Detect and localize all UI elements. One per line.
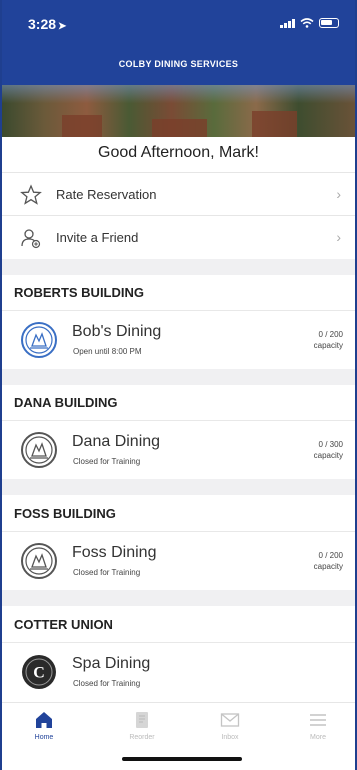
tab-more-label: More [310,734,326,741]
dining-row-foss[interactable]: Foss Dining Closed for Training 0 / 200 … [2,532,355,590]
spa-logo-icon: C [22,655,56,689]
dining-row-bobs[interactable]: Bob's Dining Open until 8:00 PM 0 / 200 … [2,311,355,369]
tab-home[interactable]: Home [14,709,74,741]
capacity-info: 0 / 200 capacity [314,329,343,351]
section-heading-roberts: ROBERTS BUILDING [2,275,355,311]
dining-name: Dana Dining [72,433,161,450]
clock-text: 3:28 [28,16,57,32]
dining-status: Closed for Training [73,679,141,688]
dining-name: Bob's Dining [72,323,162,340]
wifi-icon [300,18,314,28]
tab-more[interactable]: More [288,709,348,741]
tab-inbox-label: Inbox [221,734,239,741]
home-icon [36,712,52,728]
section-divider [2,590,355,606]
capacity-value: 0 / 200 [318,551,343,560]
reorder-icon [136,712,148,728]
section-heading-foss: FOSS BUILDING [2,496,355,532]
dana-logo-icon [21,432,57,468]
section-heading-cotter: COTTER UNION [2,607,355,643]
signal-icon [280,18,295,28]
location-arrow-icon: ➤ [58,21,67,32]
tab-reorder-label: Reorder [129,734,155,741]
battery-icon [319,18,339,28]
capacity-value: 0 / 200 [318,330,343,339]
foss-logo-icon [21,543,57,579]
section-heading-dana: DANA BUILDING [2,385,355,421]
star-icon [20,183,42,205]
dining-status: Closed for Training [73,457,141,466]
dining-status: Closed for Training [73,568,141,577]
status-time: 3:28 ➤ [28,16,66,32]
section-divider [2,259,355,275]
invite-friend-row[interactable]: Invite a Friend › [2,215,355,259]
inbox-icon [220,713,240,727]
status-bar: 3:28 ➤ [2,0,355,52]
chevron-right-icon: › [336,229,341,245]
dining-status: Open until 8:00 PM [73,347,142,356]
bobs-logo-icon [21,322,57,358]
capacity-value: 0 / 300 [318,440,343,449]
section-divider [2,369,355,385]
menu-icon [310,714,326,726]
capacity-label: capacity [313,341,343,350]
capacity-label: capacity [313,562,343,571]
rate-reservation-label: Rate Reservation [56,187,157,202]
capacity-info: 0 / 300 capacity [314,439,343,461]
greeting-text: Good Afternoon, Mark! [98,144,259,161]
add-person-icon [21,228,41,248]
capacity-label: capacity [313,451,343,460]
dining-row-spa[interactable]: C Spa Dining Closed for Training [2,643,355,701]
status-icons [280,18,339,28]
tab-home-label: Home [34,734,54,741]
campus-hero-image [2,85,355,137]
home-indicator[interactable] [122,757,242,761]
invite-friend-label: Invite a Friend [56,230,139,245]
dining-row-dana[interactable]: Dana Dining Closed for Training 0 / 300 … [2,421,355,479]
chevron-right-icon: › [336,186,341,202]
tab-inbox[interactable]: Inbox [200,709,260,741]
app-title-bar: COLBY DINING SERVICES [2,52,355,85]
tab-reorder[interactable]: Reorder [112,709,172,741]
dining-name: Spa Dining [72,655,151,672]
capacity-info: 0 / 200 capacity [314,550,343,572]
rate-reservation-row[interactable]: Rate Reservation › [2,172,355,216]
section-divider [2,479,355,495]
svg-text:C: C [33,665,45,682]
app-title: COLBY DINING SERVICES [118,59,239,69]
dining-name: Foss Dining [72,544,157,561]
